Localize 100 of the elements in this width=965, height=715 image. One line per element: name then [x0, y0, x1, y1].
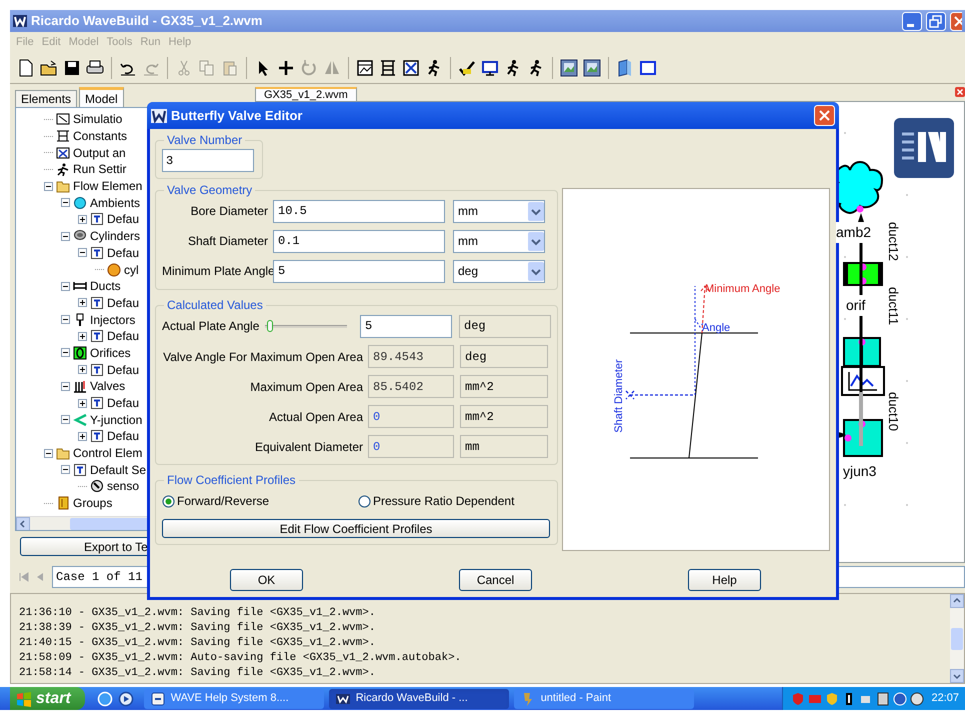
expander-icon[interactable]: [44, 448, 53, 458]
media-icon[interactable]: [118, 690, 134, 706]
tree-item[interactable]: Defau: [107, 360, 140, 379]
tree-item[interactable]: Cylinders: [90, 227, 140, 246]
close-icon[interactable]: [950, 12, 962, 30]
taskbar-button[interactable]: WAVE Help System 8....: [144, 688, 324, 708]
expander-icon[interactable]: [61, 465, 70, 474]
taskbar-button[interactable]: Ricardo WaveBuild - ...: [328, 688, 509, 708]
expander-icon[interactable]: [78, 432, 87, 441]
open-folder-icon[interactable]: [39, 58, 59, 78]
unit-field: deg: [459, 314, 551, 338]
case-text: Case 1 of 11: [56, 569, 142, 586]
picture-icon[interactable]: [582, 58, 602, 78]
tree-item[interactable]: Ducts: [90, 277, 121, 296]
tree-item[interactable]: Defau: [107, 244, 140, 262]
panel-tab[interactable]: Elements: [15, 90, 78, 107]
valve-number-field[interactable]: 3: [162, 149, 254, 172]
value-field[interactable]: 0.1: [273, 230, 445, 252]
expander-icon[interactable]: [78, 298, 87, 308]
value-field[interactable]: 5: [273, 260, 445, 282]
minimize-icon[interactable]: [902, 12, 922, 30]
slider-thumb[interactable]: [267, 320, 274, 332]
value-field: 85.5402: [368, 375, 454, 398]
tree-item[interactable]: senso: [107, 477, 140, 496]
tree-item[interactable]: Control Elem: [73, 444, 142, 462]
scrollbar[interactable]: [950, 594, 964, 683]
expander-icon[interactable]: [44, 182, 53, 191]
monitor-icon[interactable]: [480, 58, 500, 78]
tree-item[interactable]: Y-junction: [90, 410, 142, 429]
dialog-button[interactable]: Help: [688, 569, 761, 591]
expander-icon[interactable]: [78, 332, 87, 341]
expander-icon[interactable]: [78, 248, 87, 258]
save-icon[interactable]: [62, 58, 82, 78]
unit-field: mm^2: [460, 405, 548, 428]
picture-icon[interactable]: [559, 58, 579, 78]
tree-item[interactable]: Defau: [107, 394, 140, 412]
radio-button[interactable]: Pressure Ratio Dependent: [358, 492, 514, 510]
expander-icon[interactable]: [61, 348, 70, 358]
tree-item[interactable]: Groups: [73, 494, 112, 512]
tree-item[interactable]: cyl: [124, 260, 139, 279]
unit-dropdown[interactable]: deg: [453, 260, 545, 282]
field-label: Actual Plate Angle: [162, 318, 260, 335]
dialog-button[interactable]: OK: [230, 569, 303, 591]
maximize-icon[interactable]: [926, 12, 946, 30]
cloud-icon: [73, 196, 87, 210]
tree-item[interactable]: Defau: [107, 327, 140, 346]
unit-field: mm^2: [460, 375, 548, 398]
input-field[interactable]: [837, 566, 965, 588]
tree-item[interactable]: Default Se: [90, 460, 146, 479]
expander-icon[interactable]: [78, 214, 87, 224]
value-field[interactable]: 5: [360, 314, 452, 338]
chart-icon[interactable]: [401, 58, 421, 78]
document-tab[interactable]: GX35_v1_2.wvm: [255, 87, 357, 101]
close-icon[interactable]: [955, 87, 965, 97]
gauge-icon: [90, 479, 104, 494]
template-icon: [90, 362, 104, 377]
edit-profiles-button[interactable]: Edit Flow Coefficient Profiles: [162, 519, 550, 538]
expander-icon[interactable]: [61, 198, 70, 208]
shaft-dimension-line: [625, 390, 696, 400]
tree-item[interactable]: Output an: [73, 144, 126, 162]
app-logo-icon: [151, 108, 167, 122]
unit-dropdown[interactable]: mm: [453, 200, 545, 222]
group-title: Calculated Values: [166, 297, 264, 314]
expander-icon[interactable]: [61, 382, 70, 391]
left-arrow-icon[interactable]: [16, 516, 30, 530]
tree-item[interactable]: Defau: [107, 210, 140, 228]
tree-item[interactable]: Injectors: [90, 310, 136, 329]
close-icon[interactable]: [814, 105, 835, 126]
tree-item[interactable]: Defau: [107, 294, 140, 312]
field-label: Actual Open Area: [268, 408, 364, 426]
expander-icon[interactable]: [61, 315, 70, 324]
scrollbar-thumb[interactable]: [951, 628, 963, 650]
panel-tab[interactable]: Model: [79, 87, 124, 107]
expander-icon[interactable]: [78, 398, 87, 408]
expander-icon[interactable]: [61, 232, 70, 241]
tree-item[interactable]: Valves: [90, 377, 126, 396]
tree-item[interactable]: Ambients: [90, 194, 140, 212]
plus-icon[interactable]: [276, 58, 296, 78]
group-title: Flow Coefficient Profiles: [166, 472, 296, 489]
book-icon: [56, 496, 70, 510]
rectangle-icon[interactable]: [638, 58, 658, 78]
diagram-label: Angle: [702, 322, 730, 334]
tree-item[interactable]: Flow Elemen: [73, 177, 142, 196]
node-label: amb2: [836, 222, 872, 243]
tree-item[interactable]: Defau: [107, 427, 140, 446]
expander-icon[interactable]: [61, 415, 70, 424]
tree-item[interactable]: Constants: [73, 127, 128, 146]
table-icon[interactable]: [378, 58, 398, 78]
unit-dropdown[interactable]: mm: [453, 230, 545, 252]
tree-item[interactable]: Run Settir: [73, 160, 126, 178]
expander-icon[interactable]: [78, 365, 87, 374]
diagram-label: Minimum Angle: [705, 283, 780, 295]
value-field[interactable]: 10.5: [273, 200, 445, 222]
tree-item[interactable]: Orifices: [90, 344, 131, 362]
tree-item[interactable]: Simulatio: [73, 110, 122, 128]
taskbar-button[interactable]: untitled - Paint: [514, 688, 694, 708]
expander-icon[interactable]: [61, 282, 70, 291]
dialog-button[interactable]: Cancel: [459, 569, 532, 591]
radio-button[interactable]: Forward/Reverse: [162, 492, 358, 510]
template-icon: [90, 429, 104, 444]
